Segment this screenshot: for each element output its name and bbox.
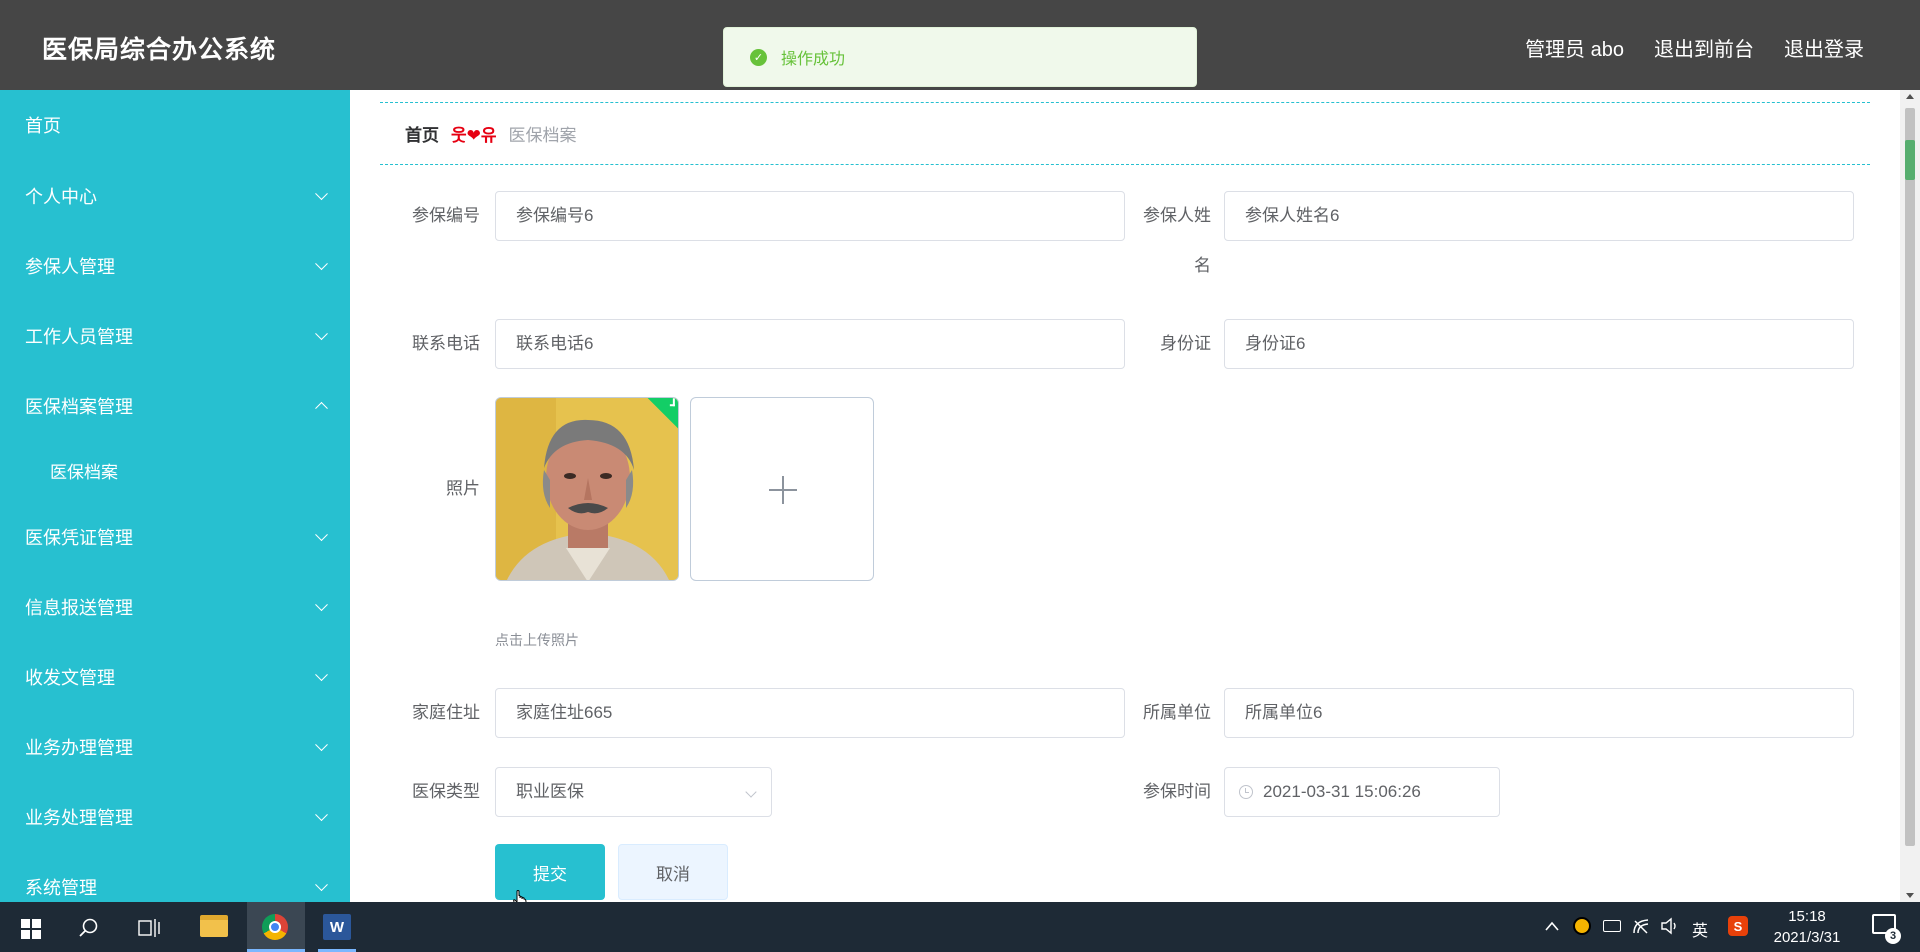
insured-name-input[interactable]: 参保人姓名6	[1224, 191, 1854, 241]
taskbar-time: 15:18	[1788, 908, 1826, 925]
sidebar: 首页 个人中心 参保人管理 工作人员管理 医保档案管理 医保档案 医保凭证管理 …	[0, 90, 350, 902]
breadcrumb: 首页 웃❤유 医保档案	[380, 102, 1870, 165]
uploaded-photo[interactable]	[495, 397, 679, 581]
sidebar-item-report[interactable]: 信息报送管理	[0, 579, 350, 635]
chevron-down-icon	[315, 528, 328, 542]
chevron-up-icon	[315, 401, 328, 415]
network-icon[interactable]	[1632, 917, 1650, 935]
insure-time-value: 2021-03-31 15:06:26	[1263, 782, 1421, 801]
insured-no-input[interactable]: 参保编号6	[495, 191, 1125, 241]
logout-link[interactable]: 退出登录	[1784, 33, 1864, 62]
chevron-down-icon	[315, 738, 328, 752]
chevron-down-icon	[315, 187, 328, 201]
notification-count-badge: 3	[1885, 928, 1901, 944]
person-photo-image	[496, 398, 678, 580]
word-icon[interactable]: W	[323, 914, 351, 940]
chevron-down-icon	[315, 878, 328, 892]
scroll-up-arrow-icon[interactable]	[1906, 94, 1914, 99]
app-title: 医保局综合办公系统	[42, 36, 277, 64]
sidebar-item-system[interactable]: 系统管理	[0, 859, 350, 902]
insure-time-picker[interactable]: 2021-03-31 15:06:26	[1224, 767, 1500, 817]
sidebar-item-archive-mgmt[interactable]: 医保档案管理	[0, 378, 350, 434]
battery-icon[interactable]	[1603, 920, 1621, 932]
sidebar-item-voucher[interactable]: 医保凭证管理	[0, 509, 350, 565]
phone-input[interactable]: 联系电话6	[495, 319, 1125, 369]
photo-upload-button[interactable]	[690, 397, 874, 581]
insurance-type-select[interactable]: 职业医保	[495, 767, 772, 817]
sidebar-item-label: 医保档案管理	[25, 397, 133, 417]
sidebar-item-label: 医保档案	[50, 462, 118, 482]
phone-label: 联系电话	[412, 334, 480, 353]
photo-label: 照片	[446, 479, 480, 498]
task-view-icon[interactable]	[138, 917, 162, 939]
qq-tray-icon[interactable]	[1573, 917, 1591, 935]
scrollbar-marker	[1905, 140, 1915, 180]
chevron-down-icon	[315, 257, 328, 271]
chevron-down-icon	[745, 786, 757, 798]
sidebar-item-label: 个人中心	[25, 187, 97, 207]
address-label: 家庭住址	[412, 703, 480, 722]
sidebar-subitem-archive[interactable]: 医保档案	[0, 442, 350, 498]
photo-upload-hint: 点击上传照片	[495, 632, 579, 648]
sidebar-item-label: 工作人员管理	[25, 327, 133, 347]
unit-label: 所属单位	[1143, 703, 1211, 722]
chevron-down-icon	[315, 327, 328, 341]
ime-indicator[interactable]: 英	[1692, 917, 1708, 941]
sidebar-item-label: 业务处理管理	[25, 808, 133, 828]
insurance-type-value: 职业医保	[516, 782, 584, 801]
tray-expand-icon[interactable]	[1545, 921, 1559, 931]
sidebar-item-label: 参保人管理	[25, 257, 115, 277]
breadcrumb-home[interactable]: 首页	[405, 121, 439, 146]
insured-name-label-line1: 参保人姓	[1143, 206, 1211, 225]
check-icon	[669, 398, 675, 407]
chevron-down-icon	[315, 808, 328, 822]
sidebar-item-label: 医保凭证管理	[25, 528, 133, 548]
sidebar-item-label: 首页	[25, 116, 61, 136]
sidebar-item-staff[interactable]: 工作人员管理	[0, 308, 350, 364]
windows-start-icon[interactable]	[21, 919, 41, 939]
id-card-label: 身份证	[1160, 334, 1211, 353]
sidebar-item-business-handle[interactable]: 业务办理管理	[0, 719, 350, 775]
windows-taskbar: W 英 S 15:18 2021/3/31 3	[0, 902, 1920, 952]
chevron-down-icon	[315, 598, 328, 612]
insured-name-label-line2: 名	[1194, 256, 1211, 275]
volume-icon[interactable]	[1660, 917, 1680, 935]
insure-time-label: 参保时间	[1143, 782, 1211, 801]
taskbar-clock[interactable]: 15:18 2021/3/31	[1762, 906, 1852, 948]
header-actions: 管理员 abo 退出到前台 退出登录	[1525, 33, 1864, 62]
sidebar-item-label: 业务办理管理	[25, 738, 133, 758]
insured-no-label: 参保编号	[412, 206, 480, 225]
file-explorer-icon[interactable]	[200, 915, 228, 937]
scrollbar-thumb[interactable]	[1905, 108, 1915, 846]
insurance-type-label: 医保类型	[412, 782, 480, 801]
clock-icon	[1239, 785, 1253, 799]
sidebar-item-label: 收发文管理	[25, 668, 115, 688]
sidebar-item-personal[interactable]: 个人中心	[0, 168, 350, 224]
toast-message: 操作成功	[781, 51, 846, 68]
breadcrumb-separator: 웃❤유	[451, 126, 497, 145]
cancel-button[interactable]: 取消	[618, 844, 728, 900]
chrome-icon[interactable]	[262, 914, 288, 940]
page-scrollbar[interactable]	[1900, 90, 1920, 902]
sidebar-item-label: 信息报送管理	[25, 598, 133, 618]
success-check-icon: ✓	[750, 48, 767, 66]
scroll-down-arrow-icon[interactable]	[1906, 893, 1914, 898]
sidebar-item-home[interactable]: 首页	[0, 97, 350, 153]
id-card-input[interactable]: 身份证6	[1224, 319, 1854, 369]
address-input[interactable]: 家庭住址665	[495, 688, 1125, 738]
chevron-down-icon	[315, 668, 328, 682]
sogou-ime-icon[interactable]: S	[1728, 916, 1748, 936]
taskbar-date: 2021/3/31	[1773, 929, 1841, 946]
search-icon[interactable]	[78, 917, 100, 939]
sidebar-item-label: 系统管理	[25, 878, 97, 898]
unit-input[interactable]: 所属单位6	[1224, 688, 1854, 738]
admin-label: 管理员 abo	[1525, 39, 1624, 61]
plus-icon-vertical	[782, 476, 784, 504]
sidebar-item-document[interactable]: 收发文管理	[0, 649, 350, 705]
sidebar-item-business-process[interactable]: 业务处理管理	[0, 789, 350, 845]
to-frontend-link[interactable]: 退出到前台	[1654, 33, 1754, 62]
breadcrumb-current: 医保档案	[508, 126, 577, 145]
sidebar-item-insured[interactable]: 参保人管理	[0, 238, 350, 294]
success-toast: ✓ 操作成功	[723, 27, 1197, 87]
